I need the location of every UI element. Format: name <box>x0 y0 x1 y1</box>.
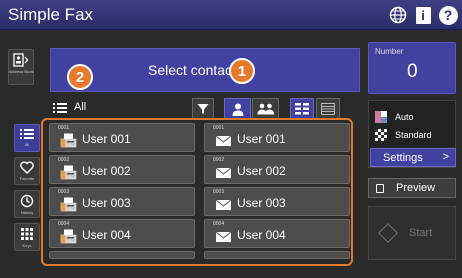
contact-number: 0003 <box>213 189 225 195</box>
contact-name: User 002 <box>82 164 131 178</box>
mode-label: Auto <box>395 112 414 122</box>
help-icon[interactable]: ? <box>438 5 458 25</box>
email-icon <box>215 167 232 178</box>
filter-button[interactable] <box>192 98 214 120</box>
nav-favorite[interactable]: Favorite <box>14 157 40 185</box>
number-value: 0 <box>407 61 418 82</box>
callout-badge-1: 1 <box>229 58 255 84</box>
contact-card[interactable]: 0003 User 003 <box>49 187 195 216</box>
group-button[interactable] <box>252 98 279 120</box>
email-icon <box>215 135 232 146</box>
fax-icon <box>60 197 77 212</box>
contact-name: User 001 <box>82 132 131 146</box>
nav-all[interactable]: All <box>14 124 40 152</box>
fax-icon <box>60 133 77 148</box>
contact-card[interactable]: 0003 User 003 <box>204 187 350 216</box>
quality-row: Standard <box>375 129 432 141</box>
select-contact-banner: Select contac <box>50 48 360 92</box>
app-title: Simple Fax <box>8 5 94 24</box>
settings-button[interactable]: Settings > <box>370 148 456 167</box>
contact-card[interactable]: 0002 User 002 <box>204 155 350 184</box>
contact-number: 0003 <box>58 189 70 195</box>
number-label: Number <box>375 47 404 56</box>
heart-icon <box>20 161 34 174</box>
settings-label: Settings <box>383 151 423 164</box>
quality-label: Standard <box>395 130 432 140</box>
single-contact-button[interactable] <box>224 98 251 120</box>
nav-label: All <box>24 142 30 147</box>
contact-name: User 001 <box>237 132 286 146</box>
number-panel: Number 0 <box>368 42 456 94</box>
address-book-icon <box>13 53 29 67</box>
grid-view-button[interactable] <box>290 98 314 120</box>
contact-card-partial[interactable] <box>49 251 195 259</box>
nav-keys[interactable]: Keys <box>14 223 40 251</box>
chevron-right-icon: > <box>442 151 449 163</box>
list-view-icon <box>321 103 335 115</box>
info-glyph: i <box>415 6 431 24</box>
person-icon <box>232 103 243 116</box>
callout-badge-2: 2 <box>67 64 93 90</box>
help-glyph: ? <box>438 5 458 25</box>
contact-card[interactable]: 0001 User 001 <box>204 123 350 152</box>
preview-icon <box>376 183 384 193</box>
left-nav: Address Book All Favorite History Keys <box>0 31 44 278</box>
contact-card[interactable]: 0002 User 002 <box>49 155 195 184</box>
start-icon <box>378 223 398 243</box>
nav-history[interactable]: History <box>14 190 40 218</box>
contact-number: 0002 <box>58 157 70 163</box>
contact-name: User 004 <box>82 228 131 242</box>
filter-icon <box>197 104 209 114</box>
globe-icon[interactable] <box>388 5 408 25</box>
color-mode-icon <box>375 111 387 123</box>
contact-number: 0001 <box>213 125 225 131</box>
list-view-button[interactable] <box>316 98 340 120</box>
list-header-label: All <box>74 101 87 113</box>
contact-card-partial[interactable] <box>204 251 350 259</box>
keypad-icon <box>21 228 33 240</box>
contact-card[interactable]: 0004 User 004 <box>49 219 195 248</box>
nav-label: Keys <box>22 243 32 248</box>
contact-number: 0002 <box>213 157 225 163</box>
nav-label: Address Book <box>8 69 34 74</box>
fax-icon <box>60 229 77 244</box>
info-icon[interactable]: i <box>413 5 433 25</box>
contact-name: User 004 <box>237 228 286 242</box>
email-icon <box>215 199 232 210</box>
contact-card[interactable]: 0001 User 001 <box>49 123 195 152</box>
grid-view-icon <box>295 103 309 115</box>
contact-name: User 002 <box>237 164 286 178</box>
email-icon <box>215 231 232 242</box>
contact-number: 0001 <box>58 125 70 131</box>
fax-icon <box>60 165 77 180</box>
contact-name: User 003 <box>237 196 286 210</box>
list-icon <box>20 129 34 139</box>
group-icon <box>257 103 274 115</box>
contact-number: 0004 <box>58 221 70 227</box>
nav-label: History <box>20 210 34 215</box>
title-bar: Simple Fax i ? <box>0 0 462 30</box>
quality-icon <box>375 129 387 141</box>
contact-number: 0004 <box>213 221 225 227</box>
history-icon <box>20 194 34 208</box>
preview-button[interactable]: Preview <box>368 178 456 198</box>
start-label: Start <box>409 227 433 239</box>
preview-label: Preview <box>396 182 436 194</box>
start-button[interactable]: Start <box>368 206 456 260</box>
list-icon <box>53 103 67 113</box>
contact-name: User 003 <box>82 196 131 210</box>
contact-card[interactable]: 0004 User 004 <box>204 219 350 248</box>
select-contact-text: Select contac <box>148 62 233 78</box>
nav-address-book[interactable]: Address Book <box>8 49 34 85</box>
nav-label: Favorite <box>19 176 35 181</box>
mode-row: Auto <box>375 111 414 123</box>
